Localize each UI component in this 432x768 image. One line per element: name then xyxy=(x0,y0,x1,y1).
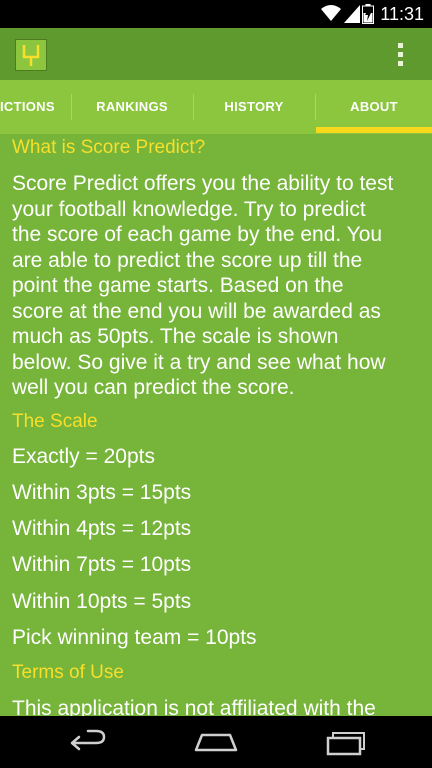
scale-item: Within 7pts = 10pts xyxy=(12,553,192,576)
about-content[interactable]: What is Score Predict? Score Predict off… xyxy=(0,134,432,716)
home-icon[interactable] xyxy=(186,716,246,768)
description-line: the score of each game by the end. You xyxy=(12,223,383,246)
description-line: below. So give it a try and see what how xyxy=(12,350,386,374)
description-line: well you can predict the score. xyxy=(12,376,295,399)
description-line: Score Predict offers you the ability to … xyxy=(12,172,394,195)
tab-bar: ICTIONS RANKINGS HISTORY ABOUT xyxy=(0,80,432,134)
scale-heading: The Scale xyxy=(12,411,98,432)
tab-history[interactable]: HISTORY xyxy=(194,80,314,134)
wifi-icon xyxy=(321,4,341,27)
back-icon[interactable] xyxy=(58,716,118,768)
description-line: point the game starts. Based on the xyxy=(12,274,344,297)
tab-predictions[interactable]: ICTIONS xyxy=(0,80,70,134)
scale-item: Within 3pts = 15pts xyxy=(12,481,192,504)
battery-icon xyxy=(362,4,374,29)
terms-heading: Terms of Use xyxy=(12,662,124,683)
goalpost-icon[interactable] xyxy=(15,39,47,71)
tab-about-label: ABOUT xyxy=(350,99,398,114)
description-paragraph: Score Predict offers you the ability to … xyxy=(12,171,422,401)
scale-item: Within 4pts = 12pts xyxy=(12,517,192,540)
signal-icon xyxy=(344,5,360,28)
description-line: your football knowledge. Try to predict xyxy=(12,197,366,221)
status-bar: 11:31 xyxy=(0,0,432,28)
description-line: are able to predict the score up till th… xyxy=(12,248,363,272)
terms-text: This application is not affiliated with … xyxy=(12,697,376,716)
scale-item: Within 10pts = 5pts xyxy=(12,590,192,613)
what-is-heading: What is Score Predict? xyxy=(12,137,206,158)
selected-tab-indicator xyxy=(316,127,432,133)
tab-history-label: HISTORY xyxy=(224,99,284,114)
tab-predictions-label: ICTIONS xyxy=(0,99,55,114)
status-clock: 11:31 xyxy=(380,4,424,24)
action-bar xyxy=(0,28,432,80)
tab-rankings[interactable]: RANKINGS xyxy=(72,80,192,134)
tab-divider xyxy=(315,94,316,120)
recent-apps-icon[interactable] xyxy=(314,716,374,768)
tab-about[interactable]: ABOUT xyxy=(316,80,432,134)
description-line: score at the end you will be awarded as xyxy=(12,299,381,323)
scale-item: Exactly = 20pts xyxy=(12,445,155,468)
scale-item: Pick winning team = 10pts xyxy=(12,626,257,649)
tab-divider xyxy=(193,94,194,120)
navigation-bar xyxy=(0,716,432,768)
tab-divider xyxy=(71,94,72,120)
description-line: much as 50pts. The scale is shown xyxy=(12,325,339,348)
overflow-menu-icon[interactable] xyxy=(386,38,416,72)
tab-rankings-label: RANKINGS xyxy=(96,99,168,114)
